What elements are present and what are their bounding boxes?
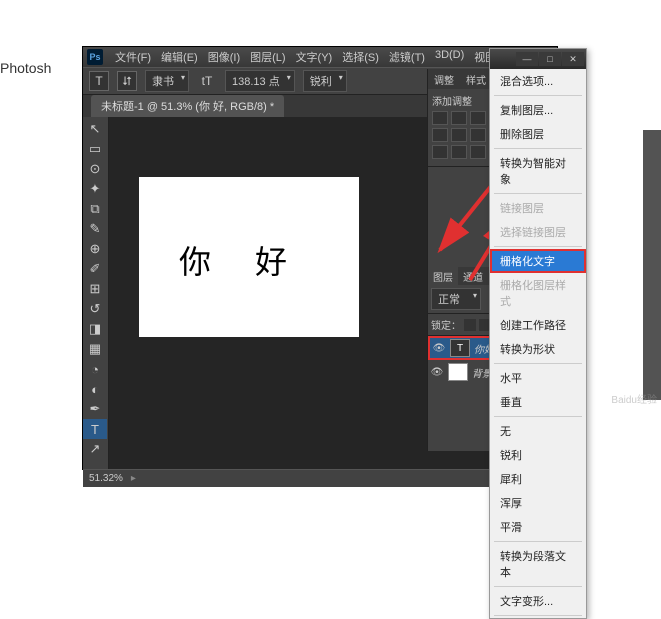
brush-tool-icon[interactable]: ✐	[83, 259, 107, 279]
font-family-dropdown[interactable]: 隶书	[145, 70, 189, 92]
adj-icon[interactable]	[432, 145, 448, 159]
watermark: Baidu经验	[611, 391, 657, 406]
adj-icon[interactable]	[451, 128, 467, 142]
channels-tab[interactable]: 通道	[458, 267, 488, 285]
context-menu-item[interactable]: 删除图层	[490, 122, 586, 146]
context-menu-item[interactable]: 复制图层...	[490, 98, 586, 122]
menu-separator	[494, 246, 582, 247]
bg-layer-thumb-icon	[448, 363, 468, 381]
menu-layer[interactable]: 图层(L)	[246, 47, 289, 67]
menu-separator	[494, 586, 582, 587]
wand-tool-icon[interactable]: ✦	[83, 179, 107, 199]
pen-tool-icon[interactable]: ✒	[83, 399, 107, 419]
context-menu-item[interactable]: 浑厚	[490, 491, 586, 515]
context-menu-item[interactable]: 水平	[490, 366, 586, 390]
cm-titlebar: — □ ✕	[490, 49, 586, 69]
visibility-icon[interactable]: 👁	[430, 367, 444, 378]
zoom-value[interactable]: 51.32%	[89, 473, 123, 484]
dodge-tool-icon[interactable]: ◐	[83, 379, 107, 399]
page-label: Photosh	[0, 60, 51, 76]
type-tool-icon[interactable]: T	[89, 71, 109, 91]
visibility-icon[interactable]: 👁	[432, 343, 446, 354]
menu-separator	[494, 416, 582, 417]
lasso-tool-icon[interactable]: ⊙	[83, 159, 107, 179]
menu-separator	[494, 363, 582, 364]
context-menu-item[interactable]: 栅格化文字	[490, 249, 586, 273]
crop-tool-icon[interactable]: ⧉	[83, 199, 107, 219]
context-menu-item: 链接图层	[490, 196, 586, 220]
status-arrow-icon[interactable]: ▸	[131, 473, 136, 484]
titlebar: Ps 文件(F) 编辑(E) 图像(I) 图层(L) 文字(Y) 选择(S) 滤…	[83, 47, 557, 67]
move-tool-icon[interactable]: ↖	[83, 119, 107, 139]
adj-icon[interactable]	[432, 111, 448, 125]
type-layer-thumb-icon: T	[450, 339, 470, 357]
stamp-tool-icon[interactable]: ⊞	[83, 279, 107, 299]
menu-type[interactable]: 文字(Y)	[292, 47, 337, 67]
workspace: ↖ ▭ ⊙ ✦ ⧉ ✎ ⊕ ✐ ⊞ ↺ ◨ ▦ ◔ ◐ ✒ T ↗ 你 好 调整	[83, 117, 557, 469]
context-menu: — □ ✕ 混合选项... 复制图层...删除图层转换为智能对象链接图层选择链接图…	[489, 48, 587, 619]
menu-image[interactable]: 图像(I)	[204, 47, 244, 67]
ps-logo-icon: Ps	[87, 49, 103, 65]
menu-separator	[494, 148, 582, 149]
toolbox: ↖ ▭ ⊙ ✦ ⧉ ✎ ⊕ ✐ ⊞ ↺ ◨ ▦ ◔ ◐ ✒ T ↗	[83, 117, 109, 469]
context-menu-item: 选择链接图层	[490, 220, 586, 244]
adj-icon[interactable]	[432, 128, 448, 142]
photoshop-window: Ps 文件(F) 编辑(E) 图像(I) 图层(L) 文字(Y) 选择(S) 滤…	[82, 46, 558, 470]
gradient-tool-icon[interactable]: ▦	[83, 339, 107, 359]
menu-separator	[494, 615, 582, 616]
context-menu-item[interactable]: 文字变形...	[490, 589, 586, 613]
context-menu-item[interactable]: 无	[490, 419, 586, 443]
adj-icon[interactable]	[451, 111, 467, 125]
type-tool-icon[interactable]: T	[83, 419, 107, 439]
orientation-icon[interactable]: ⮃	[117, 71, 137, 91]
lock-pixels-icon[interactable]	[464, 319, 476, 331]
menu-select[interactable]: 选择(S)	[338, 47, 383, 67]
menu-separator	[494, 541, 582, 542]
context-menu-item[interactable]: 转换为段落文本	[490, 544, 586, 584]
marquee-tool-icon[interactable]: ▭	[83, 139, 107, 159]
context-menu-item[interactable]: 混合选项...	[490, 69, 586, 93]
context-menu-item[interactable]: 转换为智能对象	[490, 151, 586, 191]
context-menu-item[interactable]: 犀利	[490, 467, 586, 491]
canvas-text[interactable]: 你 好	[179, 237, 305, 283]
lock-label: 锁定：	[431, 317, 461, 332]
context-menu-item[interactable]: 转换为形状	[490, 337, 586, 361]
heal-tool-icon[interactable]: ⊕	[83, 239, 107, 259]
menu-file[interactable]: 文件(F)	[111, 47, 155, 67]
maximize-icon[interactable]: □	[539, 52, 561, 66]
path-tool-icon[interactable]: ↗	[83, 439, 107, 459]
eraser-tool-icon[interactable]: ◨	[83, 319, 107, 339]
adj-icon[interactable]	[470, 128, 486, 142]
adj-icon[interactable]	[470, 145, 486, 159]
font-size-dropdown[interactable]: 138.13 点	[225, 70, 295, 92]
layers-tab[interactable]: 图层	[428, 267, 458, 285]
context-menu-item[interactable]: 锐利	[490, 443, 586, 467]
side-strip	[643, 130, 661, 400]
canvas[interactable]: 你 好	[139, 177, 359, 337]
eyedropper-tool-icon[interactable]: ✎	[83, 219, 107, 239]
menu-filter[interactable]: 滤镜(T)	[385, 47, 429, 67]
styles-tab[interactable]: 样式	[460, 69, 492, 89]
history-brush-icon[interactable]: ↺	[83, 299, 107, 319]
antialias-dropdown[interactable]: 锐利	[303, 70, 347, 92]
blur-tool-icon[interactable]: ◔	[83, 359, 107, 379]
font-size-icon: tT	[197, 71, 217, 91]
statusbar: 51.32% ▸	[83, 469, 557, 487]
close-icon[interactable]: ✕	[562, 52, 584, 66]
document-tab[interactable]: 未标题-1 @ 51.3% (你 好, RGB/8) *	[91, 95, 284, 117]
adj-icon[interactable]	[470, 111, 486, 125]
adj-icon[interactable]	[451, 145, 467, 159]
adjustments-tab[interactable]: 调整	[428, 69, 460, 89]
minimize-icon[interactable]: —	[516, 52, 538, 66]
context-menu-item[interactable]: 平滑	[490, 515, 586, 539]
menu-edit[interactable]: 编辑(E)	[157, 47, 202, 67]
context-menu-item: 栅格化图层样式	[490, 273, 586, 313]
menu-separator	[494, 193, 582, 194]
context-menu-item[interactable]: 创建工作路径	[490, 313, 586, 337]
menu-3d[interactable]: 3D(D)	[431, 47, 468, 67]
menubar: 文件(F) 编辑(E) 图像(I) 图层(L) 文字(Y) 选择(S) 滤镜(T…	[111, 47, 547, 67]
blend-mode-dropdown[interactable]: 正常	[431, 288, 481, 310]
context-menu-item[interactable]: 垂直	[490, 390, 586, 414]
menu-separator	[494, 95, 582, 96]
